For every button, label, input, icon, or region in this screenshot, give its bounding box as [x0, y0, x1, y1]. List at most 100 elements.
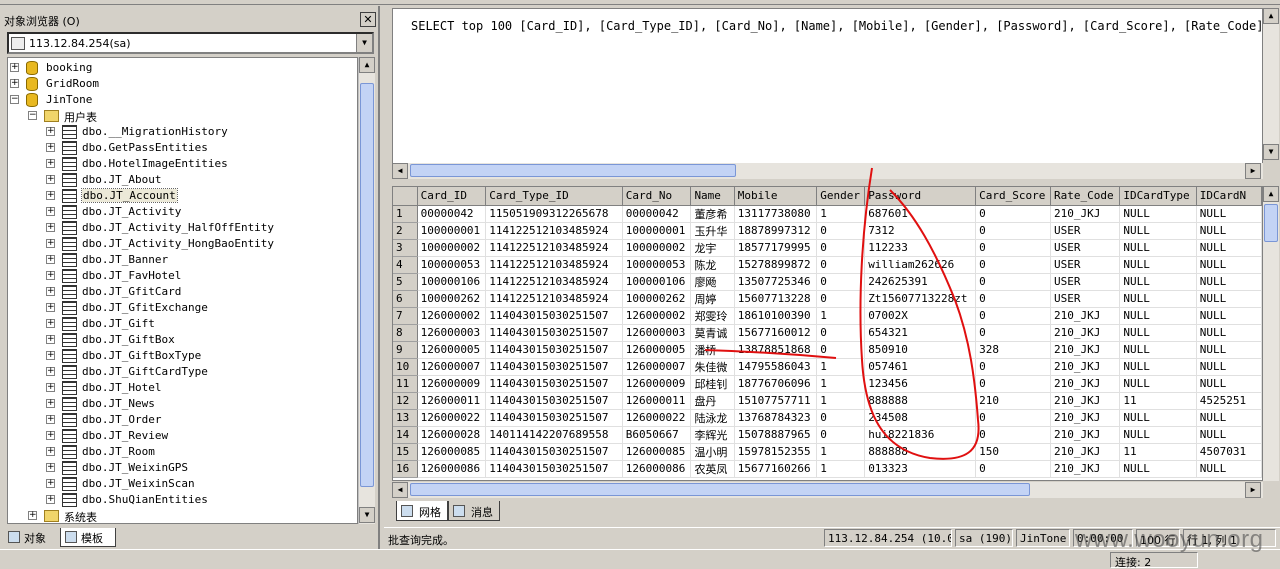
table-cell[interactable]: william262626 [864, 256, 977, 274]
expand-icon[interactable]: + [46, 495, 55, 504]
table-cell[interactable]: 0 [975, 375, 1051, 393]
table-cell[interactable]: 00000042 [417, 205, 487, 223]
tree-table-item[interactable]: + dbo.JT_Review [8, 428, 357, 444]
tree-table-item[interactable]: + dbo.JT_GiftBoxType [8, 348, 357, 364]
table-cell[interactable]: 114043015030251507 [485, 307, 623, 325]
grid-scroll-thumb[interactable] [1264, 204, 1278, 242]
table-cell[interactable]: 18577179995 [734, 239, 818, 257]
table-cell[interactable]: NULL [1196, 205, 1262, 223]
table-cell[interactable]: 126000086 [417, 460, 487, 478]
tree-table-item[interactable]: + dbo.JT_GfitExchange [8, 300, 357, 316]
expand-icon[interactable]: + [10, 63, 19, 72]
tree-table-item[interactable]: + dbo.JT_Banner [8, 252, 357, 268]
table-row[interactable]: 7 126000002 114043015030251507 126000002 郑雯玲… [393, 307, 1262, 325]
tree-scrollbar[interactable]: ▲ ▼ [358, 57, 375, 524]
table-cell[interactable]: 126000011 [417, 392, 487, 410]
table-cell[interactable]: 234508 [864, 409, 977, 427]
table-cell[interactable]: 0 [975, 460, 1051, 478]
table-cell[interactable]: 210_JKJ [1050, 307, 1121, 325]
table-cell[interactable]: 1 [816, 307, 866, 325]
column-header[interactable]: Card_Type_ID [485, 187, 623, 206]
table-row[interactable]: 3 100000002 114122512103485924 100000002 龙宇 1… [393, 239, 1262, 257]
table-cell[interactable]: 126000002 [622, 307, 692, 325]
table-cell[interactable]: 100000262 [417, 290, 487, 308]
table-cell[interactable]: 126000086 [622, 460, 692, 478]
table-row[interactable]: 12 126000011 114043015030251507 126000011 盘丹… [393, 392, 1262, 410]
table-cell[interactable]: NULL [1196, 307, 1262, 325]
table-cell[interactable]: 陈龙 [690, 256, 735, 274]
grid-hscroll-thumb[interactable] [410, 483, 1030, 496]
table-cell[interactable]: 18776706096 [734, 375, 818, 393]
table-cell[interactable]: 114043015030251507 [485, 392, 623, 410]
table-cell[interactable]: 140114142207689558 [485, 426, 623, 444]
table-cell[interactable]: 0 [816, 409, 866, 427]
table-cell[interactable]: 114122512103485924 [485, 222, 623, 240]
table-cell[interactable]: 126000009 [417, 375, 487, 393]
table-cell[interactable]: 100000002 [622, 239, 692, 257]
table-cell[interactable]: 210_JKJ [1050, 324, 1121, 342]
table-cell[interactable]: 15677160012 [734, 324, 818, 342]
table-row[interactable]: 11 126000009 114043015030251507 126000009 邱桂… [393, 375, 1262, 393]
row-number[interactable]: 11 [393, 375, 418, 393]
table-cell[interactable]: 18878997312 [734, 222, 818, 240]
table-cell[interactable]: 210_JKJ [1050, 358, 1121, 376]
table-cell[interactable]: 李辉光 [690, 426, 735, 444]
tree-table-item[interactable]: + dbo.JT_WeixinGPS [8, 460, 357, 476]
table-cell[interactable]: 114122512103485924 [485, 290, 623, 308]
tree-table-item[interactable]: + dbo.JT_Hotel [8, 380, 357, 396]
table-cell[interactable]: 687601 [864, 205, 977, 223]
table-cell[interactable]: NULL [1119, 375, 1197, 393]
tree-table-item[interactable]: + dbo.JT_Room [8, 444, 357, 460]
scroll-up-icon[interactable]: ▲ [359, 57, 375, 73]
tab-grid[interactable]: 网格 [396, 501, 448, 521]
column-header[interactable]: IDCardN [1196, 187, 1262, 206]
scroll-left-icon[interactable]: ◀ [392, 482, 408, 498]
table-cell[interactable]: 126000022 [622, 409, 692, 427]
table-cell[interactable]: 15978152355 [734, 443, 818, 461]
row-number[interactable]: 10 [393, 358, 418, 376]
table-cell[interactable]: 888888 [864, 443, 977, 461]
table-cell[interactable]: 15078887965 [734, 426, 818, 444]
table-cell[interactable]: 126000022 [417, 409, 487, 427]
row-number[interactable]: 1 [393, 205, 418, 223]
table-cell[interactable]: 114122512103485924 [485, 256, 623, 274]
close-icon[interactable]: ✕ [360, 12, 376, 27]
column-header[interactable]: Password [864, 187, 977, 206]
table-cell[interactable]: 13507725346 [734, 273, 818, 291]
table-cell[interactable]: 126000028 [417, 426, 487, 444]
table-row[interactable]: 1 00000042 115051909312265678 00000042 董彦希 13… [393, 205, 1262, 223]
tree-table-item[interactable]: + dbo.JT_GiftBox [8, 332, 357, 348]
tree-table-item[interactable]: + dbo.JT_GfitCard [8, 284, 357, 300]
row-number[interactable]: 6 [393, 290, 418, 308]
tree-table-item[interactable]: + dbo.JT_Activity [8, 204, 357, 220]
collapse-icon[interactable]: − [10, 95, 19, 104]
column-header[interactable]: Card_ID [417, 187, 487, 206]
expand-icon[interactable]: + [46, 463, 55, 472]
row-number[interactable]: 9 [393, 341, 418, 359]
table-cell[interactable]: 18610100390 [734, 307, 818, 325]
table-cell[interactable]: 廖飏 [690, 273, 735, 291]
table-cell[interactable]: 周婷 [690, 290, 735, 308]
row-number[interactable]: 16 [393, 460, 418, 478]
expand-icon[interactable]: + [46, 351, 55, 360]
table-cell[interactable]: 126000007 [417, 358, 487, 376]
table-cell[interactable]: 0 [975, 273, 1051, 291]
table-cell[interactable]: 112233 [864, 239, 977, 257]
scroll-right-icon[interactable]: ▶ [1245, 163, 1261, 179]
expand-icon[interactable]: + [46, 319, 55, 328]
tree-folder-system-tables[interactable]: + 系统表 [8, 508, 357, 523]
table-cell[interactable]: 126000005 [622, 341, 692, 359]
table-cell[interactable]: 888888 [864, 392, 977, 410]
table-cell[interactable]: 1 [816, 205, 866, 223]
column-header[interactable]: IDCardType [1119, 187, 1197, 206]
row-number[interactable]: 13 [393, 409, 418, 427]
table-cell[interactable]: 100000002 [417, 239, 487, 257]
table-cell[interactable]: 玉升华 [690, 222, 735, 240]
tree-table-item[interactable]: + dbo.HotelImageEntities [8, 156, 357, 172]
expand-icon[interactable]: + [46, 399, 55, 408]
table-cell[interactable]: 100000053 [417, 256, 487, 274]
table-cell[interactable]: 1 [816, 443, 866, 461]
tree-table-item[interactable]: + dbo.JT_GiftCardType [8, 364, 357, 380]
table-cell[interactable]: USER [1050, 256, 1121, 274]
table-cell[interactable]: 0 [816, 341, 866, 359]
